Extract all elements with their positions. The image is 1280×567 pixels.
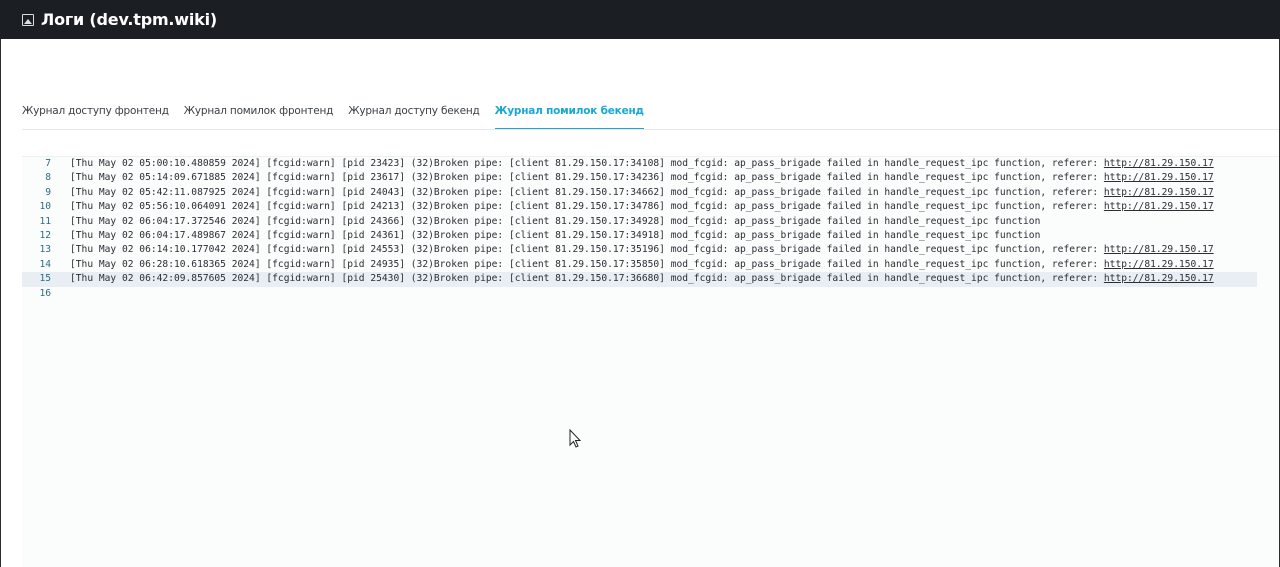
log-line-text: [Thu May 02 06:42:09.857605 2024] [fcgid… <box>70 273 1104 285</box>
tab-frontend-access-log[interactable]: Журнал доступу фронтенд <box>22 96 169 130</box>
log-line-content: [Thu May 02 05:42:11.087925 2024] [fcgid… <box>70 186 1214 200</box>
log-line[interactable]: 16 <box>22 287 1257 301</box>
window-border-left <box>0 39 1 567</box>
line-number: 14 <box>39 258 51 270</box>
line-number: 13 <box>39 244 51 256</box>
log-line[interactable]: 15 [Thu May 02 06:42:09.857605 2024] [fcg… <box>22 272 1257 287</box>
log-line[interactable]: 11 [Thu May 02 06:04:17.372546 2024] [fcg… <box>22 215 1257 229</box>
log-line-text: [Thu May 02 05:42:11.087925 2024] [fcgid… <box>70 186 1104 198</box>
referer-link[interactable]: http://81.29.150.17 <box>1104 201 1214 212</box>
line-number: 10 <box>39 201 51 213</box>
log-line-content: [Thu May 02 05:14:09.671885 2024] [fcgid… <box>70 171 1214 185</box>
log-viewer[interactable]: 7 [Thu May 02 05:00:10.480859 2024] [fcgi… <box>22 156 1279 567</box>
log-line-text: [Thu May 02 06:28:10.618365 2024] [fcgid… <box>70 258 1104 270</box>
log-line[interactable]: 14 [Thu May 02 06:28:10.618365 2024] [fcg… <box>22 258 1257 272</box>
log-line-content: [Thu May 02 05:56:10.064091 2024] [fcgid… <box>70 200 1214 214</box>
line-number: 15 <box>39 273 51 285</box>
referer-link[interactable]: http://81.29.150.17 <box>1104 158 1214 169</box>
line-number: 12 <box>39 230 51 241</box>
line-number: 9 <box>45 186 51 198</box>
log-line-content: [Thu May 02 05:00:10.480859 2024] [fcgid… <box>70 157 1214 171</box>
tabs-divider <box>22 129 1279 130</box>
tab-frontend-error-log[interactable]: Журнал помилок фронтенд <box>184 96 334 130</box>
log-line-text: [Thu May 02 06:04:17.489867 2024] [fcgid… <box>70 230 1041 241</box>
line-number: 8 <box>45 172 51 184</box>
log-line-text: [Thu May 02 06:04:17.372546 2024] [fcgid… <box>70 215 1041 227</box>
line-number: 16 <box>39 287 51 299</box>
referer-link[interactable]: http://81.29.150.17 <box>1104 259 1214 270</box>
log-line[interactable]: 10 [Thu May 02 05:56:10.064091 2024] [fcg… <box>22 200 1257 214</box>
log-tabs: Журнал доступу фронтенд Журнал помилок ф… <box>22 96 659 130</box>
tab-backend-error-log[interactable]: Журнал помилок бекенд <box>494 96 644 130</box>
log-line[interactable]: 13 [Thu May 02 06:14:10.177042 2024] [fcg… <box>22 243 1257 257</box>
log-line-content: [Thu May 02 06:04:17.489867 2024] [fcgid… <box>70 229 1040 243</box>
log-line-text: [Thu May 02 05:14:09.671885 2024] [fcgid… <box>70 172 1104 184</box>
referer-link[interactable]: http://81.29.150.17 <box>1104 172 1214 183</box>
mouse-pointer-icon <box>569 429 582 448</box>
log-line[interactable]: 12 [Thu May 02 06:04:17.489867 2024] [fcg… <box>22 229 1257 243</box>
line-number: 7 <box>45 158 51 169</box>
referer-link[interactable]: http://81.29.150.17 <box>1104 244 1214 255</box>
image-icon <box>22 13 34 26</box>
log-line-content: [Thu May 02 06:04:17.372546 2024] [fcgid… <box>70 215 1040 229</box>
log-line[interactable]: 9 [Thu May 02 05:42:11.087925 2024] [fcgi… <box>22 186 1257 200</box>
log-line[interactable]: 8 [Thu May 02 05:14:09.671885 2024] [fcgi… <box>22 171 1257 185</box>
tab-backend-access-log[interactable]: Журнал доступу бекенд <box>348 96 480 130</box>
window-title: Логи (dev.tpm.wiki) <box>41 10 217 29</box>
referer-link[interactable]: http://81.29.150.17 <box>1104 187 1214 198</box>
log-line-text: [Thu May 02 05:00:10.480859 2024] [fcgid… <box>70 158 1104 169</box>
log-line-text: [Thu May 02 06:14:10.177042 2024] [fcgid… <box>70 244 1104 256</box>
referer-link[interactable]: http://81.29.150.17 <box>1104 273 1214 284</box>
log-line-content: [Thu May 02 06:28:10.618365 2024] [fcgid… <box>70 258 1214 272</box>
log-line[interactable]: 7 [Thu May 02 05:00:10.480859 2024] [fcgi… <box>22 157 1257 171</box>
log-line-text: [Thu May 02 05:56:10.064091 2024] [fcgid… <box>70 201 1104 213</box>
window-titlebar: Логи (dev.tpm.wiki) <box>0 0 1280 39</box>
log-line-content: [Thu May 02 06:42:09.857605 2024] [fcgid… <box>70 272 1214 286</box>
line-number: 11 <box>39 215 51 227</box>
log-line-content: [Thu May 02 06:14:10.177042 2024] [fcgid… <box>70 243 1214 257</box>
